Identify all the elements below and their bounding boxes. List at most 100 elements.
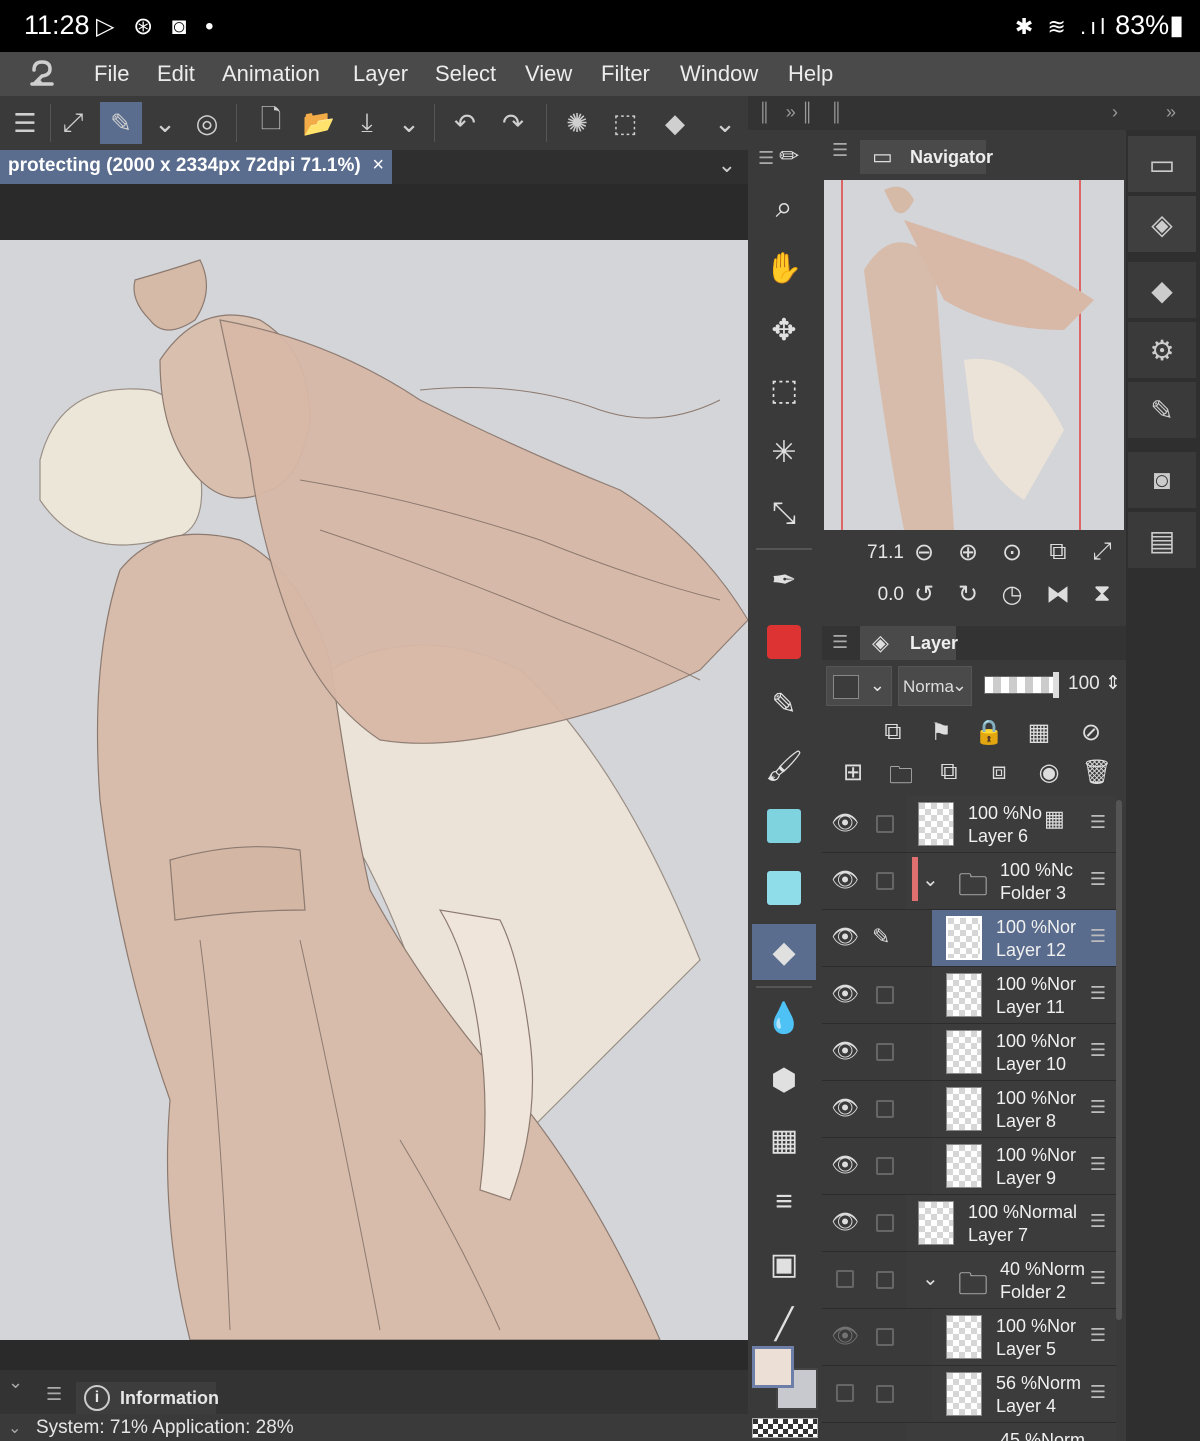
gradient-tool-icon[interactable]: ▣: [752, 1236, 816, 1292]
chevron-down-icon[interactable]: ⌄: [388, 102, 430, 144]
layer-row[interactable]: 👁 100 %Nor Layer 8 ☰: [822, 1081, 1116, 1138]
visibility-eye-icon[interactable]: 👁: [830, 810, 860, 836]
layer-drag-handle-icon[interactable]: ☰: [1090, 1097, 1106, 1118]
selection-tool-icon[interactable]: ⬚: [752, 362, 816, 418]
sub-view-icon[interactable]: ◙: [1128, 452, 1196, 508]
folder-expand-chevron-icon[interactable]: ⌄: [922, 1266, 939, 1291]
layer-drag-handle-icon[interactable]: ☰: [1090, 1211, 1106, 1232]
transfer-down-icon[interactable]: ⧉: [932, 758, 966, 792]
brush-tool-icon[interactable]: 🖌: [752, 738, 816, 794]
panel-drag-handle[interactable]: ║ ›: [822, 96, 1126, 130]
open-folder-icon[interactable]: 📂: [298, 102, 340, 144]
layer-drag-handle-icon[interactable]: ☰: [1090, 1268, 1106, 1289]
eyedropper-tool-icon[interactable]: ⤡: [752, 486, 816, 542]
hamburger-menu-icon[interactable]: ☰: [4, 102, 46, 144]
lock-icon[interactable]: 🔒: [972, 718, 1006, 752]
menu-help[interactable]: Help: [788, 61, 833, 87]
pencil-tool-icon[interactable]: ✎: [752, 676, 816, 732]
navigator-tab[interactable]: ▭ Navigator: [860, 140, 993, 174]
fit-screen-icon[interactable]: ⤢: [52, 102, 94, 144]
create-mask-icon[interactable]: ◉: [1032, 758, 1066, 792]
layer-select-checkbox[interactable]: [876, 872, 894, 890]
layer-drag-handle-icon[interactable]: ☰: [1090, 926, 1106, 947]
blend-mode-select[interactable]: Norma ⌄: [898, 666, 972, 706]
layer-drag-handle-icon[interactable]: ☰: [1090, 1382, 1106, 1403]
visibility-eye-icon[interactable]: 👁: [830, 867, 860, 893]
visibility-eye-icon[interactable]: 👁: [830, 1038, 860, 1064]
3d-object-tool-icon[interactable]: ⬢: [752, 1052, 816, 1108]
layer-row[interactable]: 👁 100 %Normal Layer 7 ☰: [822, 1195, 1116, 1252]
transparent-color-swatch[interactable]: [752, 1418, 818, 1438]
chevron-down-icon[interactable]: ⌄: [144, 102, 186, 144]
layer-drag-handle-icon[interactable]: ☰: [1090, 1040, 1106, 1061]
new-folder-icon[interactable]: 🗀: [884, 758, 918, 792]
undo-icon[interactable]: ↶: [444, 102, 486, 144]
deselect-icon[interactable]: ✺: [556, 102, 598, 144]
actual-size-icon[interactable]: ⊙: [996, 538, 1028, 570]
clip-layer-icon[interactable]: ⧉: [876, 718, 910, 752]
collapse-icon[interactable]: ⌄: [8, 1418, 21, 1438]
document-tab[interactable]: protecting (2000 x 2334px 72dpi 71.1%) ×: [0, 150, 392, 184]
layer-tab[interactable]: ◈ Layer: [860, 626, 958, 660]
rotate-left-icon[interactable]: ↺: [908, 580, 940, 612]
app-logo-icon[interactable]: [26, 58, 58, 90]
visibility-eye-icon[interactable]: 👁: [830, 1323, 860, 1349]
new-raster-layer-icon[interactable]: ⊞: [836, 758, 870, 792]
layer-list-scrollbar[interactable]: [1116, 800, 1122, 1320]
redo-icon[interactable]: ↷: [492, 102, 534, 144]
zoom-in-icon[interactable]: ⊕: [952, 538, 984, 570]
chevron-down-icon[interactable]: ⌄: [704, 102, 746, 144]
slider-knob[interactable]: [1053, 672, 1059, 698]
layer-select-checkbox[interactable]: [876, 1271, 894, 1289]
menu-filter[interactable]: Filter: [601, 61, 650, 87]
layer-select-checkbox[interactable]: [876, 1157, 894, 1175]
zoom-tool-icon[interactable]: ⌕: [752, 180, 816, 236]
save-icon[interactable]: ⤓: [346, 102, 388, 144]
layer-row[interactable]: 👁 100 %Nor Layer 11 ☰: [822, 967, 1116, 1024]
visibility-eye-icon[interactable]: [830, 1266, 860, 1294]
layer-folder-row[interactable]: ⌄🗀45 %Norm☰: [822, 1423, 1116, 1441]
edit-mode-icon[interactable]: ✎: [100, 102, 142, 144]
layer-drag-handle-icon[interactable]: ☰: [1090, 983, 1106, 1004]
layer-row[interactable]: 👁 100 %Nor Layer 5 ☰: [822, 1309, 1116, 1366]
navigator-preview[interactable]: [824, 180, 1124, 530]
reset-rotation-icon[interactable]: ◷: [996, 580, 1028, 612]
new-canvas-icon[interactable]: 🗋: [250, 102, 292, 144]
dock-collapse-icon[interactable]: »: [1126, 96, 1200, 130]
delete-layer-icon[interactable]: 🗑: [1080, 758, 1114, 792]
move-tool-icon[interactable]: ✥: [752, 302, 816, 358]
decoration-tool-icon[interactable]: [752, 614, 816, 670]
selection-border-icon[interactable]: ⬚: [604, 102, 646, 144]
pen-tab-icon[interactable]: ✏: [779, 143, 799, 170]
panel-menu-icon[interactable]: ☰: [46, 1384, 62, 1405]
collapse-icon[interactable]: ⌄: [8, 1372, 23, 1393]
layer-color-select[interactable]: ⌄: [826, 666, 892, 706]
panel-drag-handle[interactable]: ║ » ║: [748, 96, 822, 130]
layer-row[interactable]: 56 %Norm Layer 4 ☰: [822, 1366, 1116, 1423]
tool-property-icon[interactable]: ⚙: [1128, 322, 1196, 378]
layer-select-checkbox[interactable]: [876, 1385, 894, 1403]
zoom-value[interactable]: 71.1: [862, 542, 904, 564]
opacity-slider[interactable]: [984, 672, 1059, 698]
visibility-eye-icon[interactable]: 👁: [830, 981, 860, 1007]
layer-select-checkbox[interactable]: [876, 1328, 894, 1346]
layer-drag-handle-icon[interactable]: ☰: [1090, 1154, 1106, 1175]
layer-select-checkbox[interactable]: [876, 1214, 894, 1232]
layers-dock-icon[interactable]: ◈: [1128, 196, 1196, 252]
folder-expand-chevron-icon[interactable]: ⌄: [922, 867, 939, 892]
flip-vertical-icon[interactable]: ⧗: [1086, 580, 1118, 612]
rotate-right-icon[interactable]: ↻: [952, 580, 984, 612]
zoom-out-icon[interactable]: ⊖: [908, 538, 940, 570]
menu-view[interactable]: View: [525, 61, 572, 87]
layer-select-checkbox[interactable]: [876, 986, 894, 1004]
chevron-down-icon[interactable]: ⌄: [718, 152, 736, 178]
canvas-area[interactable]: [0, 184, 748, 1370]
menu-animation[interactable]: Animation: [222, 61, 320, 87]
close-icon[interactable]: ×: [372, 154, 384, 177]
layer-row[interactable]: 👁 ✎ 100 %Nor Layer 12 ☰: [822, 910, 1116, 967]
text-tool-icon[interactable]: ≡: [752, 1174, 816, 1230]
menu-window[interactable]: Window: [680, 61, 758, 87]
layer-property-icon[interactable]: ◆: [1128, 262, 1196, 318]
eraser-soft-tool-icon[interactable]: [752, 860, 816, 916]
canvas-window-icon[interactable]: ▭: [1128, 136, 1196, 192]
